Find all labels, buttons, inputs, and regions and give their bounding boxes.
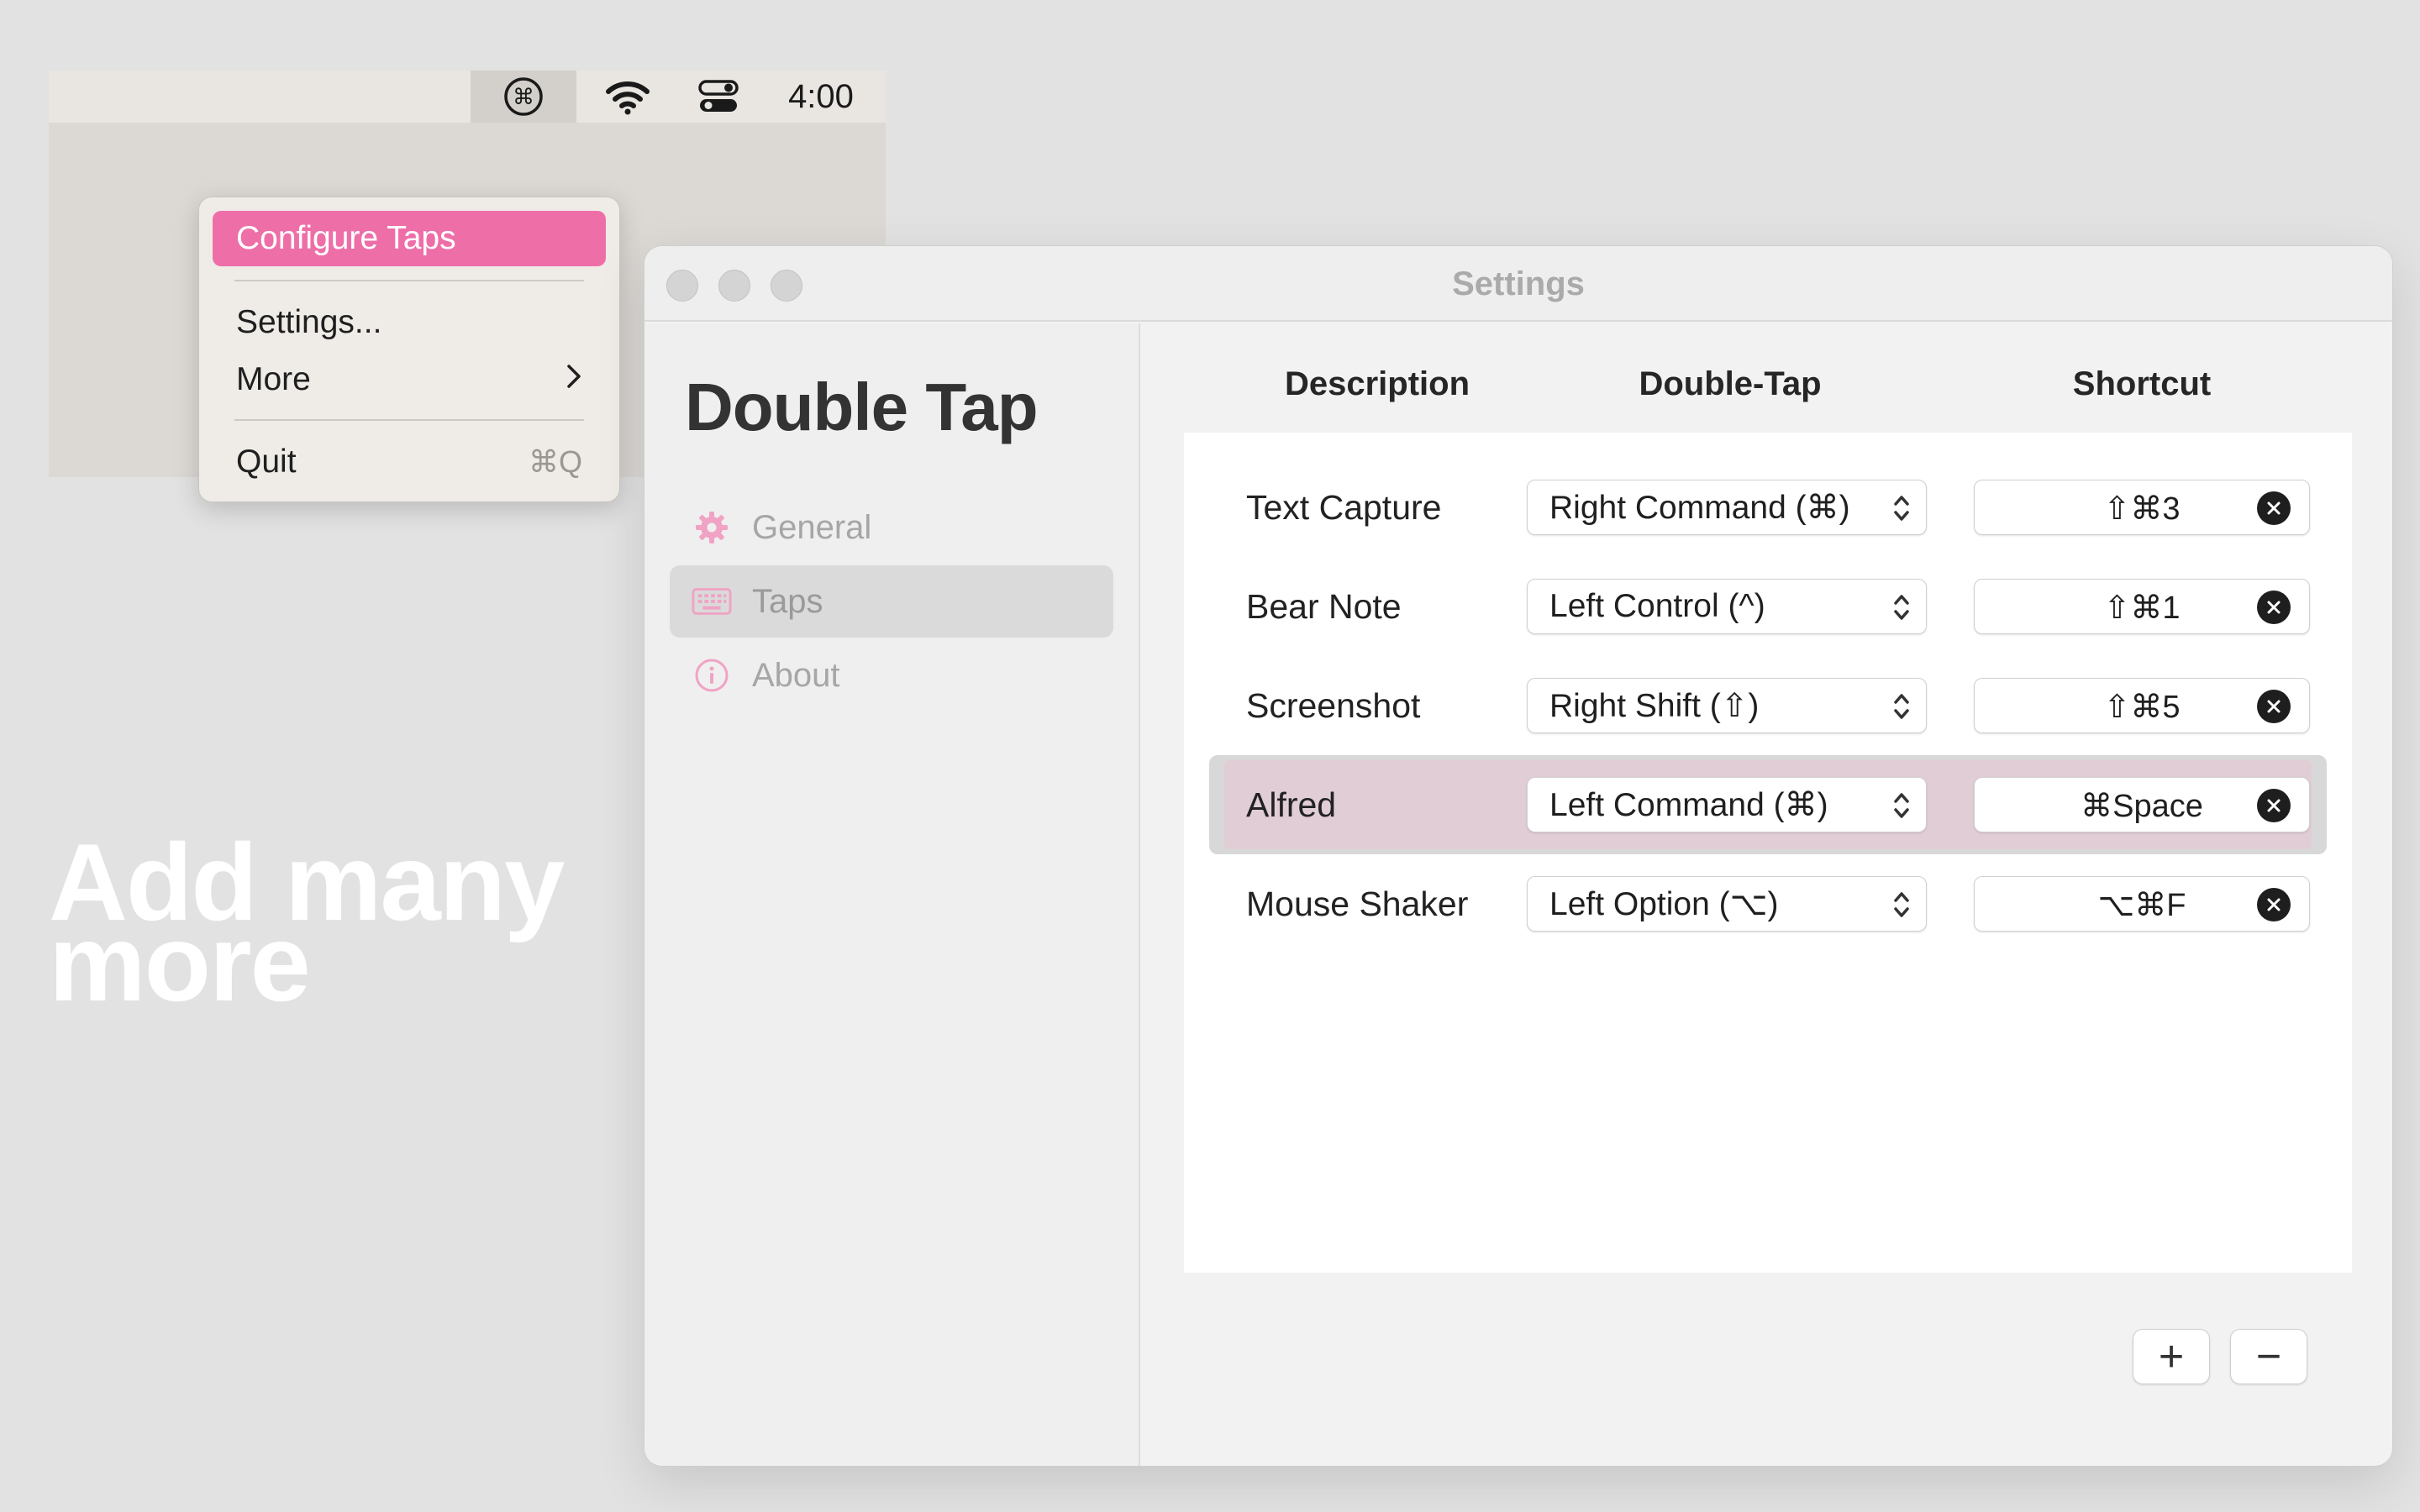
row-description: Screenshot [1246,685,1421,725]
shortcut-recorder[interactable]: ⌥⌘F [1974,876,2310,932]
shortcut-value: ⇧⌘5 [2103,689,2181,725]
table-row[interactable]: Mouse Shaker Left Option (⌥) ⌥⌘F [1209,854,2327,953]
menu-separator [234,280,584,281]
settings-window: Settings Double Tap General Taps About D… [644,245,2393,1467]
menu-item-settings[interactable]: Settings... [213,295,606,350]
shortcut-recorder[interactable]: ⌘Space [1974,777,2310,832]
menubar: ⌘ 4:00 [49,71,886,123]
taps-table: Text Capture Right Command (⌘) ⇧⌘3 Bear … [1184,433,2352,1273]
window-title: Settings [1452,265,1585,302]
menu-item-label: More [236,361,311,397]
chevron-right-icon [566,362,582,397]
close-icon [2267,799,2281,812]
shortcut-value: ⌥⌘F [2097,887,2186,923]
shortcut-recorder[interactable]: ⇧⌘1 [1974,579,2310,634]
wifi-icon [606,81,650,115]
table-row[interactable]: Text Capture Right Command (⌘) ⇧⌘3 [1209,458,2327,557]
double-tap-key-select[interactable]: Left Command (⌘) [1527,777,1927,832]
select-value: Right Command (⌘) [1549,489,1850,526]
up-down-chevron-icon [1894,892,1909,917]
sidebar-item-label: Taps [752,582,823,620]
clear-shortcut-button[interactable] [2257,789,2291,822]
shortcut-value: ⇧⌘3 [2103,491,2181,527]
control-center-toggles-icon [698,80,739,112]
select-value: Left Option (⌥) [1549,885,1779,922]
up-down-chevron-icon [1894,694,1909,719]
shortcut-value: ⇧⌘1 [2103,590,2181,626]
menu-item-quit[interactable]: Quit ⌘Q [213,434,606,490]
add-tap-button[interactable]: + [2133,1329,2210,1384]
table-row[interactable]: Bear Note Left Control (^) ⇧⌘1 [1209,557,2327,656]
menu-item-more[interactable]: More [213,352,606,407]
double-tap-key-select[interactable]: Right Shift (⇧) [1527,678,1927,733]
up-down-chevron-icon [1894,595,1909,620]
menu-item-label: Settings... [236,304,382,340]
double-tap-menubar-icon[interactable]: ⌘ [471,71,576,123]
column-header-description: Description [1284,365,1470,402]
up-down-chevron-icon [1894,496,1909,521]
taps-content: Description Double-Tap Shortcut Text Cap… [1142,323,2392,1466]
sidebar-item-taps[interactable]: Taps [670,565,1113,638]
control-center-menubar-item[interactable] [681,71,756,123]
sidebar-item-general[interactable]: General [670,491,1113,564]
marketing-headline: Add many more [49,827,637,1017]
app-dropdown-menu: Configure Taps Settings... More Quit ⌘Q [198,197,620,502]
double-tap-key-select[interactable]: Right Command (⌘) [1527,480,1927,535]
clear-shortcut-button[interactable] [2257,491,2291,525]
up-down-chevron-icon [1894,793,1909,818]
table-row[interactable]: Screenshot Right Shift (⇧) ⇧⌘5 [1209,656,2327,755]
shortcut-value: ⌘Space [2081,788,2203,824]
command-key-icon: ⌘ [504,77,543,116]
sidebar-item-about[interactable]: About [670,639,1113,711]
sidebar-item-label: General [752,508,872,546]
menu-item-label: Configure Taps [236,220,456,256]
remove-tap-button[interactable]: − [2230,1329,2307,1384]
menu-item-configure-taps[interactable]: Configure Taps [213,211,606,266]
menu-item-label: Quit [236,444,297,480]
info-icon [692,659,732,692]
select-value: Left Control (^) [1549,588,1765,624]
close-icon [2267,898,2281,911]
row-description: Mouse Shaker [1246,884,1469,923]
svg-text:⌘: ⌘ [513,85,534,110]
table-row-selected[interactable]: Alfred Left Command (⌘) ⌘Space [1209,755,2327,854]
double-tap-key-select[interactable]: Left Option (⌥) [1527,876,1927,932]
close-icon [2267,601,2281,614]
shortcut-recorder[interactable]: ⇧⌘3 [1974,480,2310,535]
double-tap-key-select[interactable]: Left Control (^) [1527,579,1927,634]
select-value: Left Command (⌘) [1549,786,1828,823]
close-icon [2267,501,2281,515]
app-title: Double Tap [685,370,1039,444]
menu-shortcut: ⌘Q [528,444,582,479]
row-description: Alfred [1246,785,1337,824]
wifi-menubar-item[interactable] [590,71,666,123]
column-header-double-tap: Double-Tap [1639,365,1822,402]
column-header-shortcut: Shortcut [2072,365,2212,402]
clear-shortcut-button[interactable] [2257,690,2291,723]
row-description: Bear Note [1246,586,1402,626]
gear-icon [692,511,732,544]
menubar-clock[interactable]: 4:00 [771,71,871,123]
clear-shortcut-button[interactable] [2257,591,2291,624]
clear-shortcut-button[interactable] [2257,888,2291,921]
sidebar-item-label: About [752,656,840,694]
window-titlebar[interactable]: Settings [644,246,2392,322]
select-value: Right Shift (⇧) [1549,687,1760,724]
close-icon [2267,700,2281,713]
shortcut-recorder[interactable]: ⇧⌘5 [1974,678,2310,733]
settings-sidebar: Double Tap General Taps About [644,323,1140,1466]
row-description: Text Capture [1246,487,1442,527]
keyboard-icon [692,585,732,618]
menu-separator [234,419,584,421]
